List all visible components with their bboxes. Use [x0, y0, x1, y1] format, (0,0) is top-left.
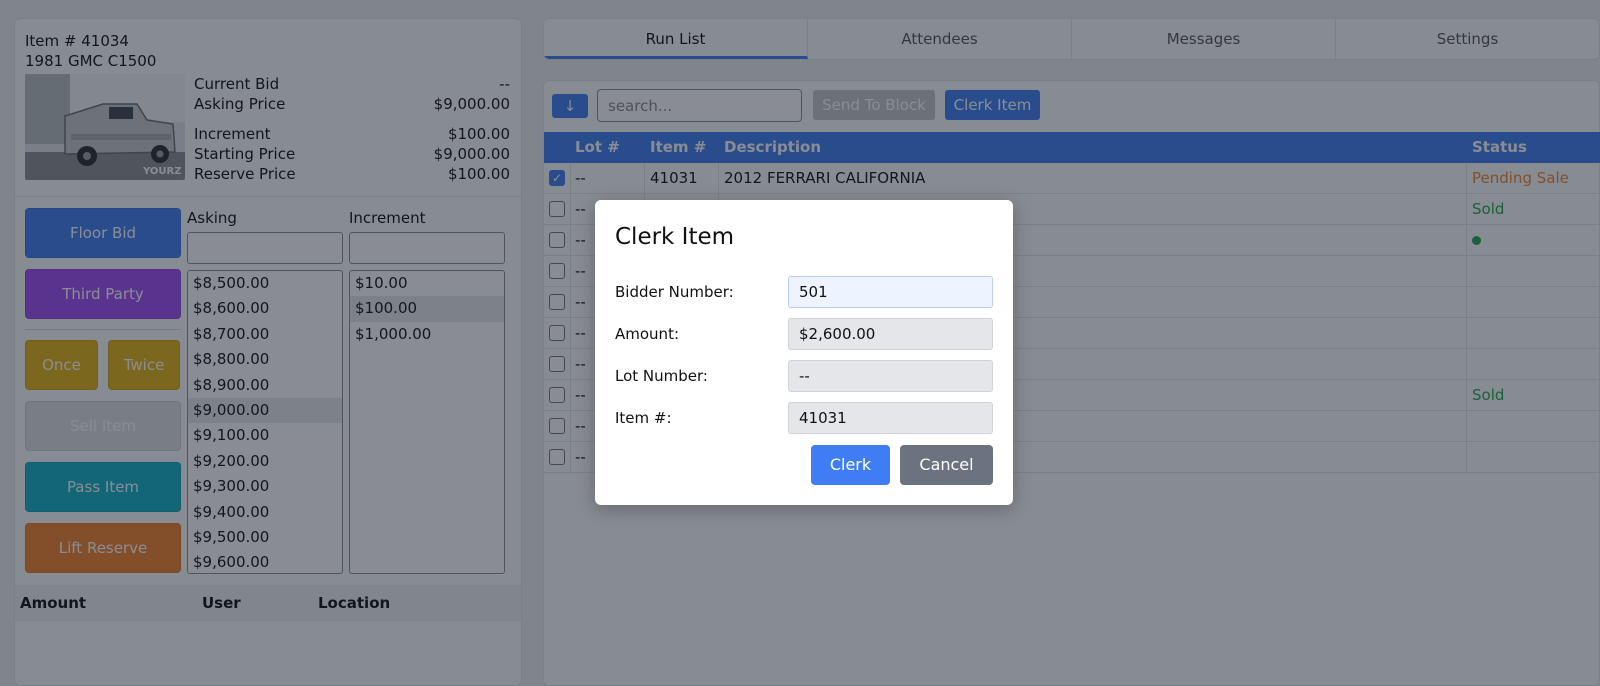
clerk-item-dialog: Clerk Item Bidder Number: 501 Amount: $2…: [595, 200, 1013, 505]
amount-label: Amount:: [615, 325, 679, 343]
amount-field[interactable]: $2,600.00: [788, 318, 993, 350]
bidder-number-field[interactable]: 501: [788, 276, 993, 308]
clerk-button[interactable]: Clerk: [811, 445, 890, 485]
item-number-field[interactable]: 41031: [788, 402, 993, 434]
item-number-label: Item #:: [615, 409, 672, 427]
lot-number-label: Lot Number:: [615, 367, 708, 385]
bidder-number-label: Bidder Number:: [615, 283, 734, 301]
lot-number-field[interactable]: --: [788, 360, 993, 392]
dialog-title: Clerk Item: [615, 224, 735, 250]
cancel-button[interactable]: Cancel: [900, 445, 993, 485]
